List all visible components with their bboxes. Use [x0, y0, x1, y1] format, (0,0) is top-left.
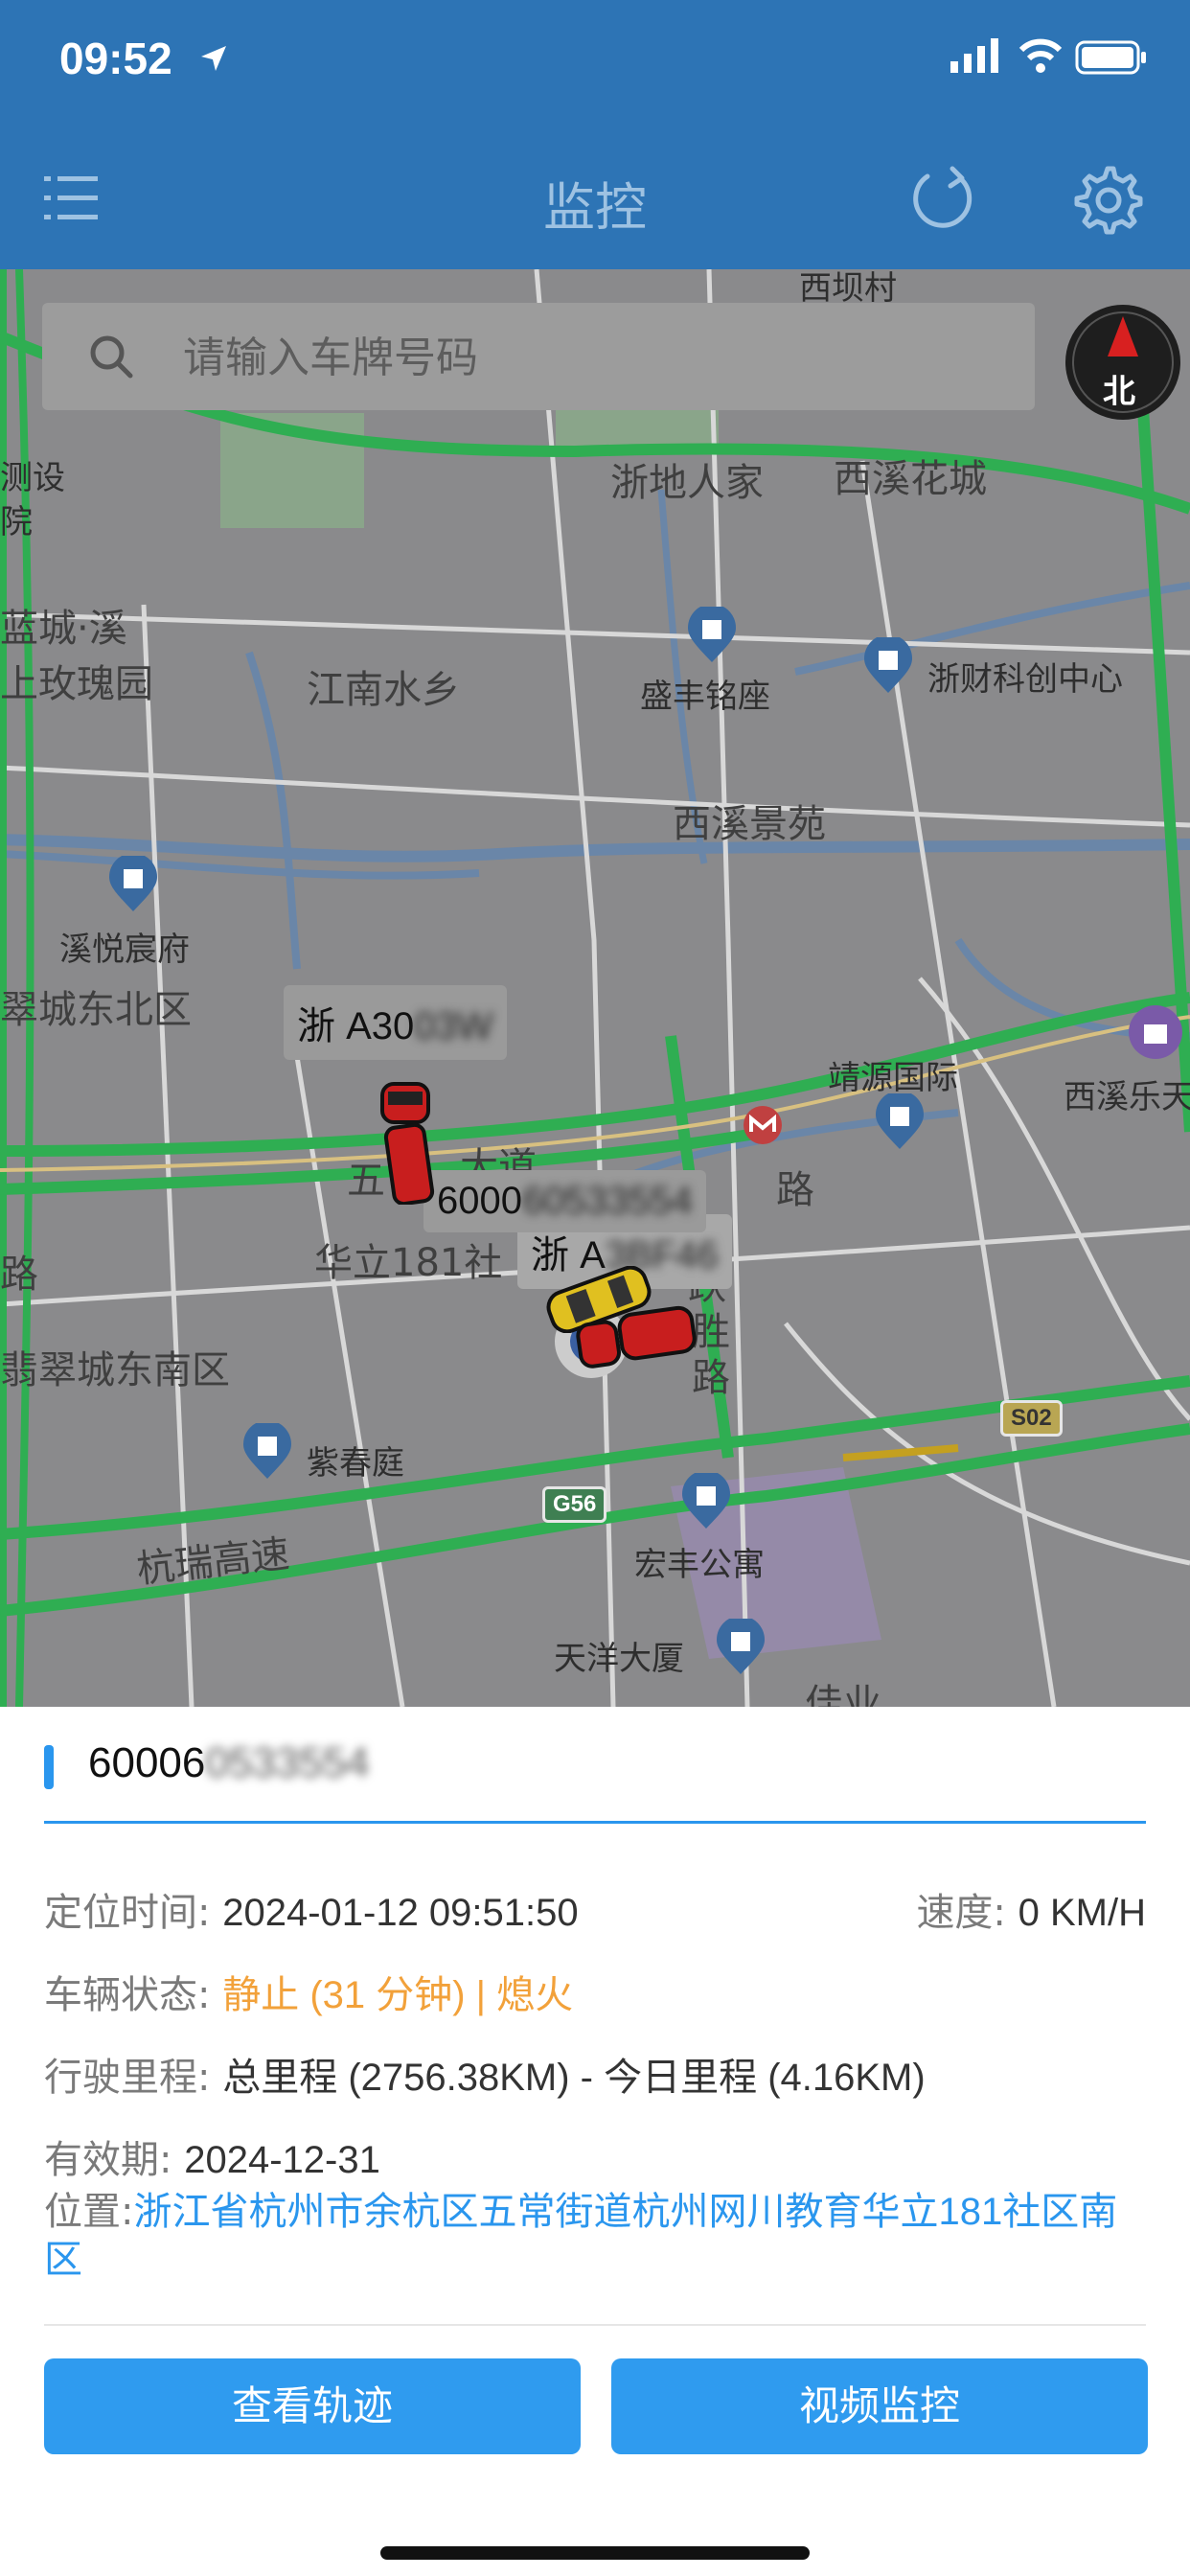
- map-label: 华立181社: [314, 1241, 503, 1285]
- compass-north-label: 北: [1103, 373, 1135, 411]
- cellular-signal-icon: [950, 38, 998, 73]
- address-value[interactable]: 浙江省杭州市余杭区五常街道杭州网川教育华立181社区南区: [44, 2191, 1117, 2281]
- map-label: 路: [776, 1168, 814, 1212]
- address-row: 位置:浙江省杭州市余杭区五常街道杭州网川教育华立181社区南区: [44, 2188, 1146, 2284]
- map-label: 紫春庭: [307, 1444, 404, 1483]
- locate-time-value: 2024-01-12 09:51:50: [222, 1892, 579, 1934]
- poi-pin-icon: [688, 607, 736, 662]
- view-track-button[interactable]: 查看轨迹: [44, 2358, 581, 2454]
- map-label: 盛丰铭座: [640, 678, 770, 716]
- panel-accent-bar: [44, 1745, 54, 1789]
- map-label: 西溪景苑: [673, 802, 826, 846]
- search-icon: [90, 335, 133, 379]
- expiry-row: 有效期: 2024-12-31: [44, 2128, 380, 2184]
- vehicle-status-value: 静止 (31 分钟) | 熄火: [222, 1974, 574, 2016]
- vehicle-plate-tag[interactable]: 600060533554: [423, 1170, 706, 1232]
- map-label: 溪悦宸府: [59, 931, 190, 969]
- battery-icon: [1075, 40, 1146, 75]
- map-label: 佳业: [805, 1682, 881, 1707]
- shopping-pin-icon: [1129, 1005, 1182, 1059]
- locate-time-row: 定位时间: 2024-01-12 09:51:50: [44, 1881, 579, 1937]
- poi-pin-icon: [864, 637, 912, 693]
- vehicle-status-row: 车辆状态: 静止 (31 分钟) | 熄火: [44, 1964, 573, 2019]
- map-label: 浙财科创中心: [927, 660, 1123, 699]
- map-label: 院: [0, 503, 33, 541]
- map-label: 蓝城·溪: [0, 607, 127, 651]
- poi-pin-icon: [876, 1093, 924, 1149]
- map-label: 测设: [0, 459, 65, 497]
- road-badge-s02: S02: [1000, 1400, 1063, 1437]
- expiry-label: 有效期:: [44, 2138, 172, 2182]
- mileage-row: 行驶里程: 总里程 (2756.38KM) - 今日里程 (4.16KM): [44, 2046, 926, 2102]
- speed-label: 速度:: [916, 1891, 1006, 1935]
- home-indicator: [380, 2546, 810, 2560]
- plate-visible-text: 浙 A30: [297, 1005, 415, 1047]
- gear-icon[interactable]: [1071, 163, 1144, 236]
- road-badge-g56: G56: [542, 1486, 607, 1523]
- map-label: 天洋大厦: [554, 1640, 684, 1678]
- map-label: 翠城东北区: [0, 988, 192, 1032]
- speed-row: 速度: 0 KM/H: [916, 1881, 1146, 1937]
- panel-plate-number: 600060533554: [88, 1739, 370, 1787]
- refresh-icon[interactable]: [910, 163, 977, 236]
- search-input[interactable]: [181, 303, 1009, 412]
- plate-visible-text: 6000: [437, 1180, 522, 1222]
- wifi-icon: [1018, 38, 1063, 73]
- map-label: 浙地人家: [610, 461, 764, 505]
- plate-visible-text: 60006: [88, 1739, 206, 1786]
- plate-blurred-text: 60533554: [521, 1180, 693, 1222]
- poi-pin-icon: [109, 856, 157, 911]
- status-time: 09:52: [59, 34, 172, 83]
- red-truck-icon[interactable]: [575, 1299, 699, 1375]
- top-navigation-bar: 09:52 监控: [0, 0, 1190, 269]
- red-truck-icon[interactable]: [369, 1080, 446, 1205]
- expiry-value: 2024-12-31: [184, 2139, 380, 2181]
- map-label: 靖源国际: [828, 1059, 958, 1097]
- poi-pin-icon: [717, 1619, 765, 1674]
- vehicle-plate-tag[interactable]: 浙 A3003W: [284, 985, 507, 1060]
- status-icons: [950, 38, 1146, 77]
- plate-blurred-text: 03W: [414, 1005, 493, 1047]
- map-label: 宏丰公寓: [634, 1546, 765, 1584]
- mileage-label: 行驶里程:: [44, 2056, 211, 2100]
- vehicle-status-label: 车辆状态:: [44, 1973, 211, 2017]
- map-label: 江南水乡: [307, 668, 460, 712]
- divider: [44, 1821, 1146, 1824]
- page-title: 监控: [543, 177, 647, 238]
- map-label: 西溪乐天: [1064, 1078, 1190, 1116]
- map-label: 路: [0, 1253, 38, 1297]
- location-arrow-icon: [201, 46, 226, 71]
- map-view[interactable]: 西坝村 浙地人家 西溪花城 测设 院 蓝城·溪 上玫瑰园 江南水乡 盛丰铭座 浙…: [0, 269, 1190, 1707]
- vehicle-info-panel: 600060533554 定位时间: 2024-01-12 09:51:50 速…: [0, 1707, 1190, 2576]
- map-label: 上玫瑰园: [0, 662, 153, 706]
- video-monitor-button[interactable]: 视频监控: [611, 2358, 1148, 2454]
- mileage-value: 总里程 (2756.38KM) - 今日里程 (4.16KM): [222, 2057, 926, 2099]
- poi-pin-icon: [682, 1473, 730, 1529]
- plate-blurred-text: 0533554: [205, 1739, 370, 1786]
- map-label: 西溪花城: [834, 457, 987, 501]
- address-label: 位置:: [44, 2190, 134, 2234]
- search-bar: [42, 303, 1035, 412]
- speed-value: 0 KM/H: [1018, 1892, 1146, 1934]
- poi-pin-icon: [243, 1423, 291, 1479]
- map-label: 翡翠城东南区: [0, 1348, 230, 1392]
- divider: [44, 2324, 1146, 2326]
- locate-time-label: 定位时间:: [44, 1891, 211, 1935]
